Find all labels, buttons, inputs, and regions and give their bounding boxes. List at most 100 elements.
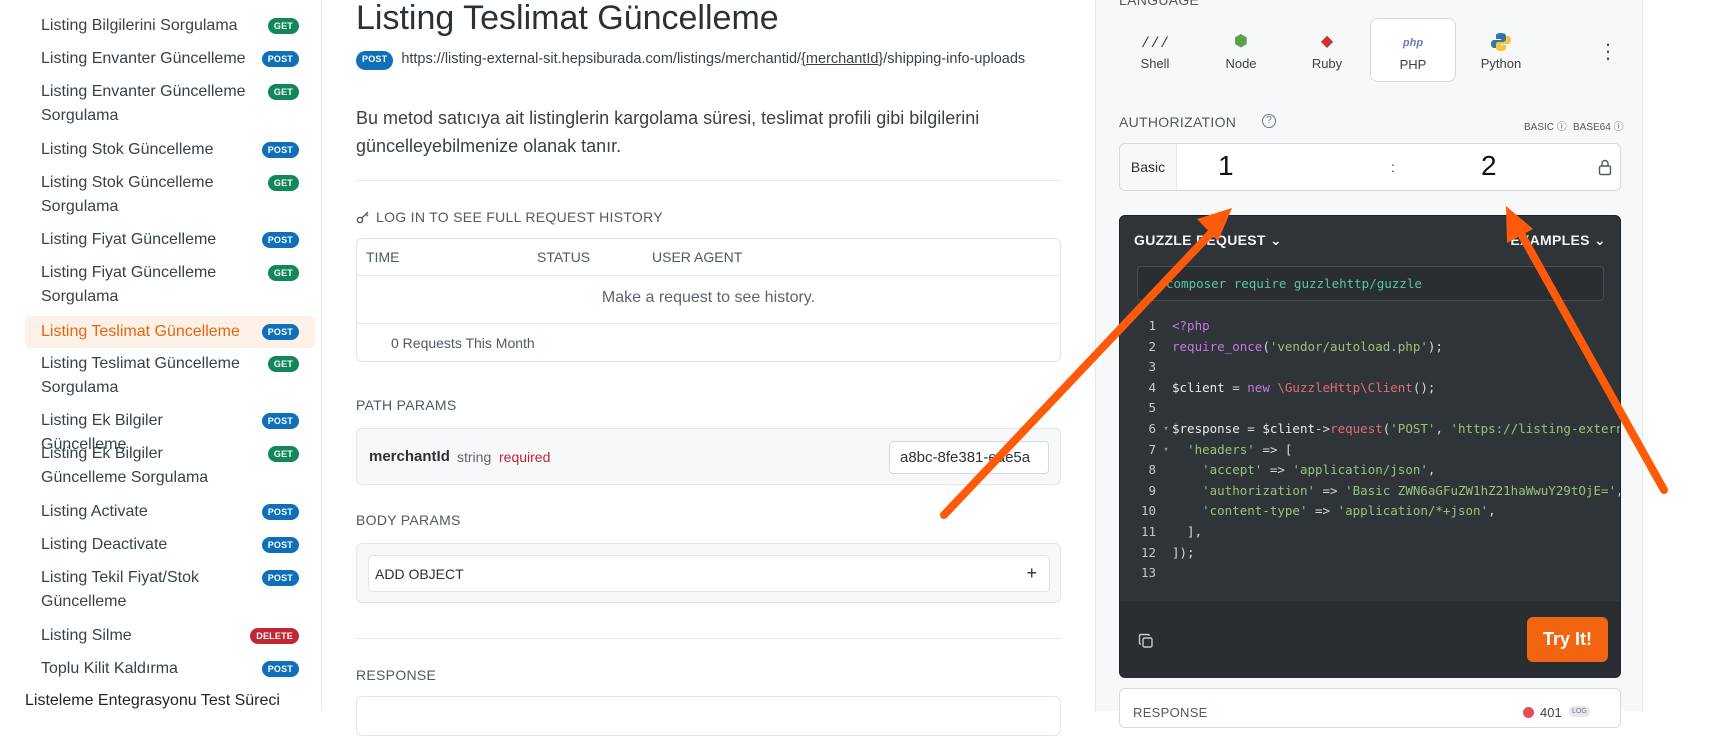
method-badge: POST xyxy=(261,570,299,586)
sidebar-item-label: Listing Activate xyxy=(41,503,148,520)
merchant-id-input[interactable] xyxy=(889,441,1049,474)
sidebar-item-label: Listing Stok Güncelleme Sorgulama xyxy=(41,174,214,215)
shell-icon: ⁄⁄⁄ xyxy=(1140,32,1170,51)
lock-icon xyxy=(1598,159,1612,176)
sidebar-item[interactable]: Listing Bilgilerini Sorgulama GET xyxy=(25,14,315,38)
add-object-button[interactable]: ADD OBJECT + xyxy=(368,555,1050,592)
method-badge: POST xyxy=(261,413,299,429)
auth-password-input[interactable]: 2 xyxy=(1481,150,1497,182)
code-line: 'content-type' => 'application/*+json', xyxy=(1202,503,1496,519)
sidebar: Listing Bilgilerini Sorgulama GET Listing… xyxy=(0,0,322,711)
line-number: 3 xyxy=(1148,359,1156,375)
sidebar-item[interactable]: Listing Stok Güncelleme Sorgulama GET xyxy=(25,171,315,219)
sidebar-item[interactable]: Listing Teslimat Güncelleme Sorgulama GET xyxy=(25,352,315,400)
lang-label: PHP xyxy=(1399,57,1427,72)
info-icon: ⓘ xyxy=(1613,122,1624,133)
sidebar-item-active[interactable]: Listing Teslimat Güncelleme POST xyxy=(25,316,315,348)
sidebar-item[interactable]: Listing Silme DELETE xyxy=(25,624,315,648)
lang-shell[interactable]: ⁄⁄⁄ Shell xyxy=(1112,18,1198,82)
status-code: 401 xyxy=(1540,705,1562,720)
sidebar-item[interactable]: Listing Envanter Güncelleme Sorgulama GET xyxy=(25,80,315,128)
auth-title: AUTHORIZATION xyxy=(1119,114,1237,130)
history-title[interactable]: LOG IN TO SEE FULL REQUEST HISTORY xyxy=(356,209,663,225)
history-header: TIME STATUS USER AGENT xyxy=(357,239,1060,276)
col-status: STATUS xyxy=(537,249,591,265)
install-command[interactable]: composer require guzzlehttp/guzzle xyxy=(1137,266,1604,301)
sidebar-item[interactable]: Listing Envanter Güncelleme POST xyxy=(25,47,315,71)
line-number: 10 xyxy=(1140,503,1156,519)
copy-icon[interactable] xyxy=(1138,633,1154,649)
endpoint-url-text: https://listing-external-sit.hepsiburada… xyxy=(401,48,1061,70)
code-line: 'authorization' => 'Basic ZWN6aGFuZW1hZ2… xyxy=(1202,482,1620,498)
sidebar-item-label: Listing Deactivate xyxy=(41,536,168,553)
method-badge: GET xyxy=(267,18,299,34)
method-badge: GET xyxy=(267,84,299,100)
url-param[interactable]: {merchantId} xyxy=(801,51,883,67)
response-panel[interactable]: RESPONSE 401 LOG xyxy=(1119,688,1621,728)
main-content: Listing Teslimat Güncelleme POST https:/… xyxy=(356,0,1061,736)
sidebar-item[interactable]: Toplu Kilit Kaldırma POST xyxy=(25,657,315,681)
lang-label: Shell xyxy=(1140,56,1170,71)
log-badge[interactable]: LOG xyxy=(1569,706,1590,717)
info-icon: ⓘ xyxy=(1556,122,1567,133)
method-badge: GET xyxy=(267,175,299,191)
code-title: GUZZLE REQUEST xyxy=(1134,232,1266,248)
divider xyxy=(356,180,1061,181)
line-number: 14 xyxy=(1120,584,1160,587)
sidebar-item-label: Listing Fiyat Güncelleme xyxy=(41,231,217,248)
sidebar-item[interactable]: Listing Stok Güncelleme POST xyxy=(25,138,315,162)
examples-title: EXAMPLES xyxy=(1510,232,1590,248)
sidebar-item-label: Listing Stok Güncelleme xyxy=(41,141,214,158)
method-badge: GET xyxy=(267,265,299,281)
param-name: merchantId xyxy=(369,448,450,465)
code-block[interactable]: 1 <?php 2 require_once('vendor/autoload.ph… xyxy=(1120,316,1620,586)
sidebar-item-label: Listing Teslimat Güncelleme Sorgulama xyxy=(41,355,240,396)
lang-php[interactable]: php PHP xyxy=(1370,18,1456,82)
lang-node[interactable]: ⬢ Node xyxy=(1198,18,1284,82)
body-params: ADD OBJECT + xyxy=(356,543,1061,603)
sidebar-section-link[interactable]: Listeleme Entegrasyonu Test Süreci xyxy=(25,692,280,710)
try-it-button[interactable]: Try It! xyxy=(1527,617,1608,662)
auth-mode-basic[interactable]: BASIC ⓘ xyxy=(1524,118,1567,133)
sidebar-item[interactable]: Listing Deactivate POST xyxy=(25,533,315,557)
sidebar-item-label: Listing Envanter Güncelleme Sorgulama xyxy=(41,83,246,124)
sidebar-item[interactable]: Listing Fiyat Güncelleme POST xyxy=(25,228,315,252)
auth-mode-base64[interactable]: BASE64 ⓘ xyxy=(1573,118,1624,133)
auth-mode-label: BASIC xyxy=(1524,122,1555,133)
examples-dropdown[interactable]: EXAMPLES ⌄ xyxy=(1510,232,1606,249)
response-row[interactable] xyxy=(356,696,1061,736)
path-param-row: merchantId string required xyxy=(356,428,1061,485)
code-title-dropdown[interactable]: GUZZLE REQUEST ⌄ xyxy=(1134,232,1282,249)
status-dot xyxy=(1523,707,1534,718)
php-icon: php xyxy=(1402,37,1424,49)
lang-label: Ruby xyxy=(1311,56,1343,71)
language-title: LANGUAGE xyxy=(1119,0,1200,8)
auth-username-input[interactable]: 1 xyxy=(1218,150,1234,182)
method-badge: POST xyxy=(261,232,299,248)
sidebar-item[interactable]: Listing Fiyat Güncelleme Sorgulama GET xyxy=(25,261,315,309)
key-icon xyxy=(356,211,369,224)
line-number: 11 xyxy=(1140,523,1156,539)
lang-label: Node xyxy=(1225,56,1257,71)
col-user-agent: USER AGENT xyxy=(652,249,743,265)
more-icon[interactable]: ⋮ xyxy=(1598,42,1618,62)
fold-icon[interactable]: ▾ xyxy=(1160,419,1172,440)
sidebar-item[interactable]: Listing Activate POST xyxy=(25,500,315,524)
method-badge: POST xyxy=(356,51,394,70)
lang-ruby[interactable]: ◆ Ruby xyxy=(1284,18,1370,82)
chevron-down-icon: ⌄ xyxy=(1269,232,1282,248)
sidebar-item[interactable]: Listing Ek Bilgiler Güncelleme Sorgulama… xyxy=(25,442,315,490)
sidebar-item[interactable]: Listing Tekil Fiyat/Stok Güncelleme POST xyxy=(25,566,315,614)
help-icon[interactable]: ? xyxy=(1262,114,1276,128)
line-number: 8 xyxy=(1148,462,1156,478)
param-type: string xyxy=(457,449,492,465)
fold-icon[interactable]: ▾ xyxy=(1160,440,1172,461)
lang-label: Python xyxy=(1480,56,1522,71)
endpoint-url: POST https://listing-external-sit.hepsib… xyxy=(356,48,1061,70)
divider xyxy=(356,638,1061,639)
url-suffix: /shipping-info-uploads xyxy=(883,51,1026,67)
lang-python[interactable]: Python xyxy=(1458,18,1544,82)
code-line: ]); xyxy=(1172,544,1195,560)
code-panel: GUZZLE REQUEST ⌄ EXAMPLES ⌄ composer req… xyxy=(1119,215,1621,678)
auth-mode-label: BASE64 xyxy=(1573,122,1611,133)
